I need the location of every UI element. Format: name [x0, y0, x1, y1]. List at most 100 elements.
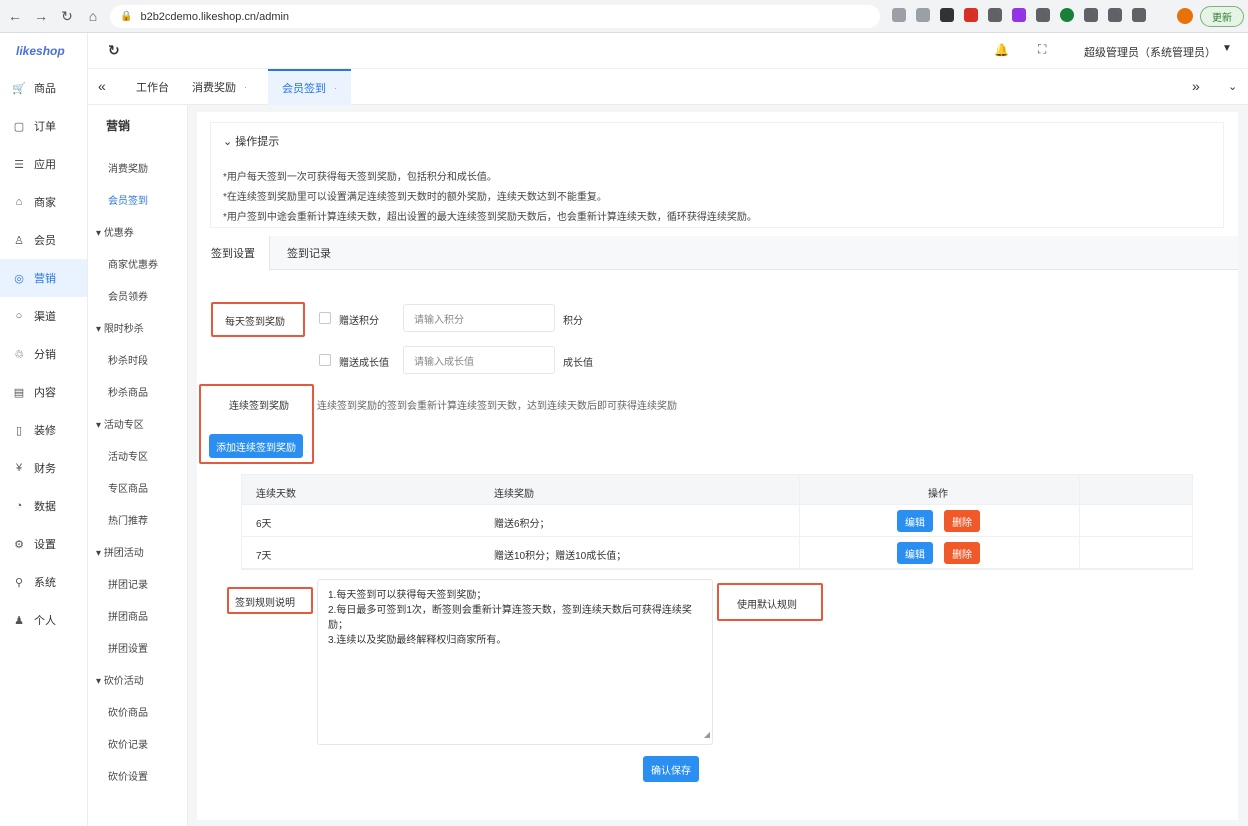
sidebar-item[interactable]: ¥ 财务 [0, 449, 87, 487]
sidebar-item[interactable]: ▯ 装修 [0, 411, 87, 449]
submenu-item[interactable]: 拼团设置 [108, 640, 148, 655]
points-checkbox-label[interactable]: 赠送积分 [339, 312, 379, 327]
default-rules-button[interactable]: 使用默认规则 [737, 596, 797, 611]
sidebar-item[interactable]: 🛒 商品 [0, 69, 87, 107]
submenu-item[interactable]: 拼团商品 [108, 608, 148, 623]
submenu-group[interactable]: ▾ 活动专区 [96, 416, 144, 431]
tab-signin-settings[interactable]: 签到设置 [197, 236, 270, 270]
caret-down-icon: ▾ [96, 676, 104, 687]
close-icon[interactable]: · [334, 83, 337, 93]
sidebar-item[interactable]: ⚲ 系统 [0, 563, 87, 601]
extension-icon[interactable] [1012, 8, 1026, 22]
submenu-item[interactable]: 活动专区 [108, 448, 148, 463]
tab-workbench[interactable]: 工作台 [132, 69, 173, 105]
star-icon[interactable] [916, 8, 930, 22]
main-sidebar: likeshop 🛒 商品 ▢ 订单 ☰ 应用 ⌂ 商家 ♙ 会员 ◎ 营销 ○ 渠道 ♲ 分销 ▤ 内容 ▯ 装修 ¥… [0, 33, 88, 826]
sidebar-item[interactable]: ⌂ 商家 [0, 183, 87, 221]
days-cell: 7天 [256, 551, 272, 562]
submenu-item[interactable]: 专区商品 [108, 480, 148, 495]
edit-button[interactable]: 编辑 [897, 542, 933, 564]
submit-button[interactable]: 确认保存 [643, 756, 699, 782]
caret-down-icon[interactable]: ▼ [1222, 43, 1232, 54]
reload-icon[interactable]: ↻ [56, 5, 78, 27]
growth-checkbox-label[interactable]: 赠送成长值 [339, 354, 389, 369]
submenu-item[interactable]: 消费奖励 [108, 160, 148, 175]
edit-button[interactable]: 编辑 [897, 510, 933, 532]
sidebar-item[interactable]: ♙ 会员 [0, 221, 87, 259]
rules-textarea[interactable]: 1.每天签到可以获得每天签到奖励； 2.每日最多可签到1次，断签则会重新计算连签… [317, 579, 713, 745]
tab-member-signin[interactable]: 会员签到 · [268, 69, 351, 105]
store-icon: ⌂ [15, 196, 23, 208]
sidepanel-icon[interactable] [1132, 8, 1146, 22]
sidebar-item[interactable]: ☰ 应用 [0, 145, 87, 183]
delete-button[interactable]: 删除 [944, 542, 980, 564]
tab-consume-reward[interactable]: 消费奖励 · [188, 69, 251, 105]
bell-icon[interactable]: 🔔 [994, 43, 1009, 57]
person-icon: ♟ [14, 614, 24, 627]
tab-signin-records[interactable]: 签到记录 [273, 236, 345, 270]
forward-icon[interactable]: → [30, 5, 52, 27]
sidebar-item[interactable]: ◔ 数据 [0, 487, 87, 525]
extension-icon[interactable] [988, 8, 1002, 22]
sidebar-item[interactable]: ⚙ 设置 [0, 525, 87, 563]
submenu-label: 砍价商品 [108, 708, 148, 719]
home-icon[interactable]: ⌂ [82, 5, 104, 27]
address-bar[interactable]: 🔒 b2b2cdemo.likeshop.cn/admin [110, 5, 880, 28]
share-icon[interactable] [892, 8, 906, 22]
submenu-group[interactable]: ▾ 优惠券 [96, 224, 134, 239]
operation-tips: ⌄ 操作提示 *用户每天签到一次可获得每天签到奖励，包括积分和成长值。 *在连续… [210, 122, 1224, 228]
column-header: 操作 [928, 489, 948, 500]
back-icon[interactable]: ← [4, 5, 26, 27]
submenu-item[interactable]: 秒杀时段 [108, 352, 148, 367]
extension-icon[interactable] [1036, 8, 1050, 22]
sidebar-item[interactable]: ◎ 营销 [0, 259, 87, 297]
sidebar-item[interactable]: ○ 渠道 [0, 297, 87, 335]
submenu-group[interactable]: ▾ 限时秒杀 [96, 320, 144, 335]
add-continuous-reward-button[interactable]: 添加连续签到奖励 [209, 434, 303, 458]
settings-icon: ⚙ [14, 538, 24, 551]
sidebar-item[interactable]: ▢ 订单 [0, 107, 87, 145]
url-text: b2b2cdemo.likeshop.cn/admin [140, 10, 290, 23]
growth-checkbox[interactable] [319, 354, 331, 366]
channel-icon: ○ [15, 310, 23, 322]
submenu-item[interactable]: 会员领券 [108, 288, 148, 303]
profile-avatar[interactable] [1177, 8, 1193, 24]
fullscreen-icon[interactable]: ⛶ [1038, 42, 1046, 57]
puzzle-icon[interactable] [1108, 8, 1122, 22]
user-name[interactable]: 超级管理员（系统管理员） [1084, 44, 1216, 60]
tips-title[interactable]: ⌄ 操作提示 [223, 133, 279, 149]
submenu-item[interactable]: 砍价记录 [108, 736, 148, 751]
submenu-item[interactable]: 热门推荐 [108, 512, 148, 527]
resize-handle-icon[interactable]: ◢ [704, 727, 710, 742]
brand-logo[interactable]: likeshop [0, 33, 87, 69]
refresh-icon[interactable]: ↻ [108, 42, 120, 59]
sidebar-item[interactable]: ▤ 内容 [0, 373, 87, 411]
submenu-item[interactable]: 砍价设置 [108, 768, 148, 783]
delete-button[interactable]: 删除 [944, 510, 980, 532]
submenu-item[interactable]: 秒杀商品 [108, 384, 148, 399]
submenu-item[interactable]: 会员签到 [108, 192, 148, 207]
days-cell: 6天 [256, 519, 272, 530]
growth-input[interactable]: 请输入成长值 [403, 346, 555, 374]
extension-icon[interactable] [1060, 8, 1074, 22]
chevron-down-icon[interactable]: ⌄ [1228, 80, 1237, 93]
continuous-reward-label: 连续签到奖励 [229, 401, 289, 412]
close-icon[interactable]: · [244, 82, 247, 92]
submenu-group[interactable]: ▾ 拼团活动 [96, 544, 144, 559]
finance-icon: ¥ [15, 462, 23, 474]
sidebar-item[interactable]: ♲ 分销 [0, 335, 87, 373]
extension-icon[interactable] [964, 8, 978, 22]
sidebar-item-label: 个人 [34, 615, 56, 627]
submenu-item[interactable]: 拼团记录 [108, 576, 148, 591]
tabs-scroll-right-icon[interactable]: » [1192, 78, 1200, 94]
submenu-group[interactable]: ▾ 砍价活动 [96, 672, 144, 687]
update-button[interactable]: 更新 [1200, 6, 1244, 27]
points-input[interactable]: 请输入积分 [403, 304, 555, 332]
extension-icon[interactable] [940, 8, 954, 22]
submenu-item[interactable]: 砍价商品 [108, 704, 148, 719]
sidebar-item[interactable]: ♟ 个人 [0, 601, 87, 639]
tabs-scroll-left-icon[interactable]: « [98, 78, 106, 94]
points-checkbox[interactable] [319, 312, 331, 324]
extension-icon[interactable] [1084, 8, 1098, 22]
submenu-item[interactable]: 商家优惠券 [108, 256, 158, 271]
